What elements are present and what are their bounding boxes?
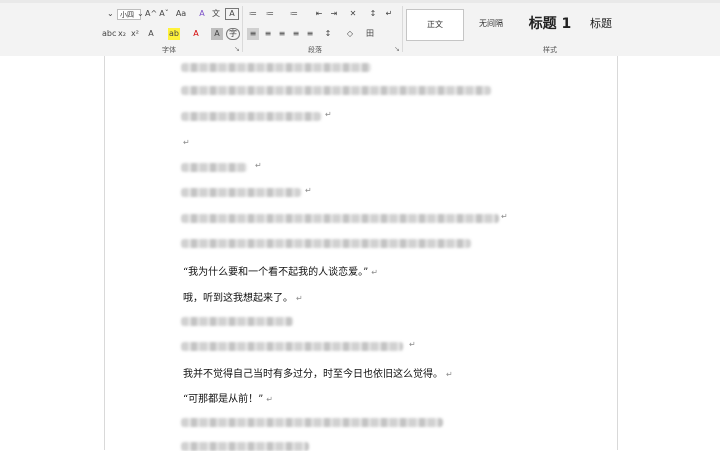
paragraph-mark: ↵ [183,138,190,147]
highlight-color-button[interactable]: ab [168,28,180,40]
font-dialog-launcher-icon[interactable]: ↘ [234,45,240,53]
center-button[interactable]: ≡ [262,28,274,40]
ribbon-top-edge [0,0,720,3]
obscured-text-line [181,163,247,172]
strikethrough-button[interactable]: abc [102,28,116,40]
borders-button[interactable]: 田 [364,28,376,40]
justify-button[interactable]: ≡ [290,28,302,40]
character-shading-button[interactable]: A [211,28,223,40]
obscured-text-line [181,214,499,223]
paragraph-mark: ↵ [409,340,416,349]
paragraph-dialog-launcher-icon[interactable]: ↘ [394,45,400,53]
paragraph-group-label: 段落 [308,46,322,54]
paragraph-mark: ↵ [501,212,508,221]
bullets-button[interactable]: ≔ [247,8,259,20]
shrink-font-button[interactable]: Aˇ [158,8,170,20]
document-text-line: “我为什么要和一个看不起我的人谈恋爱。” ↵ [183,267,378,278]
font-size-dropdown-arrow[interactable]: ⌄ [137,8,144,20]
style-no-spacing-tile[interactable]: 无间隔 [468,9,514,39]
enclosed-character-button[interactable]: 字 [226,28,240,40]
numbering-button[interactable]: ≔ [264,8,276,20]
document-text-line: “可那都是从前！” ↵ [183,394,273,405]
superscript-button[interactable]: x² [130,28,140,40]
multilevel-list-button[interactable]: ≔ [288,8,300,20]
obscured-text-line [181,418,443,427]
font-group-label: 字体 [162,46,176,54]
paragraph-mark: ↵ [305,186,312,195]
ribbon: ⌄ 小四 ⌄ A^ Aˇ Aa A 文 A abc x₂ x² A ab A A… [0,0,720,57]
shading-button[interactable]: ◇ [344,28,356,40]
obscured-text-line [181,239,471,248]
paragraph-mark: ↵ [255,161,262,170]
phonetic-guide-button[interactable]: 文 [210,8,222,20]
obscured-text-line [181,342,403,351]
obscured-text-line [181,112,321,121]
decrease-indent-button[interactable]: ⇤ [313,8,325,20]
document-text-line: 哦，听到这我想起来了。 ↵ [183,293,303,304]
character-border-button[interactable]: A [225,8,239,20]
change-case-button[interactable]: Aa [172,8,190,20]
document-text-line: 我并不觉得自己当时有多过分，时至今日也依旧这么觉得。 ↵ [183,369,453,380]
grow-font-button[interactable]: A^ [145,8,157,20]
style-normal-tile[interactable]: 正文 [406,9,464,41]
obscured-text-line [181,63,371,72]
document-page[interactable]: ↵ ↵ ↵ ↵ ↵ “我为什么要和一个看不起我的人谈恋爱。” ↵ 哦，听到这我想起… [104,56,618,451]
style-heading2-tile[interactable]: 标题 [590,9,616,39]
font-color-button[interactable]: A [190,28,202,40]
align-left-button[interactable]: ≡ [247,28,259,40]
style-heading1-tile[interactable]: 标题 1 [522,9,578,39]
paragraph-mark: ↵ [325,110,332,119]
obscured-text-line [181,317,293,326]
obscured-text-line [181,86,491,95]
asian-layout-button[interactable]: ✕ [346,8,360,20]
text-effects-button[interactable]: A [145,28,157,40]
line-spacing-button[interactable]: ↕ [322,28,334,40]
clear-format-button[interactable]: A [196,8,208,20]
align-right-button[interactable]: ≡ [276,28,288,40]
group-separator [402,6,403,52]
font-name-dropdown-arrow[interactable]: ⌄ [107,8,114,20]
obscured-text-line [181,188,301,197]
styles-group-label: 样式 [543,46,557,54]
show-hide-marks-button[interactable]: ↵ [383,8,395,20]
distributed-button[interactable]: ≡ [304,28,316,40]
sort-button[interactable]: ↕ [367,8,379,20]
group-separator [242,6,243,52]
subscript-button[interactable]: x₂ [117,28,127,40]
increase-indent-button[interactable]: ⇥ [328,8,340,20]
document-canvas: ↵ ↵ ↵ ↵ ↵ “我为什么要和一个看不起我的人谈恋爱。” ↵ 哦，听到这我想起… [0,56,720,451]
